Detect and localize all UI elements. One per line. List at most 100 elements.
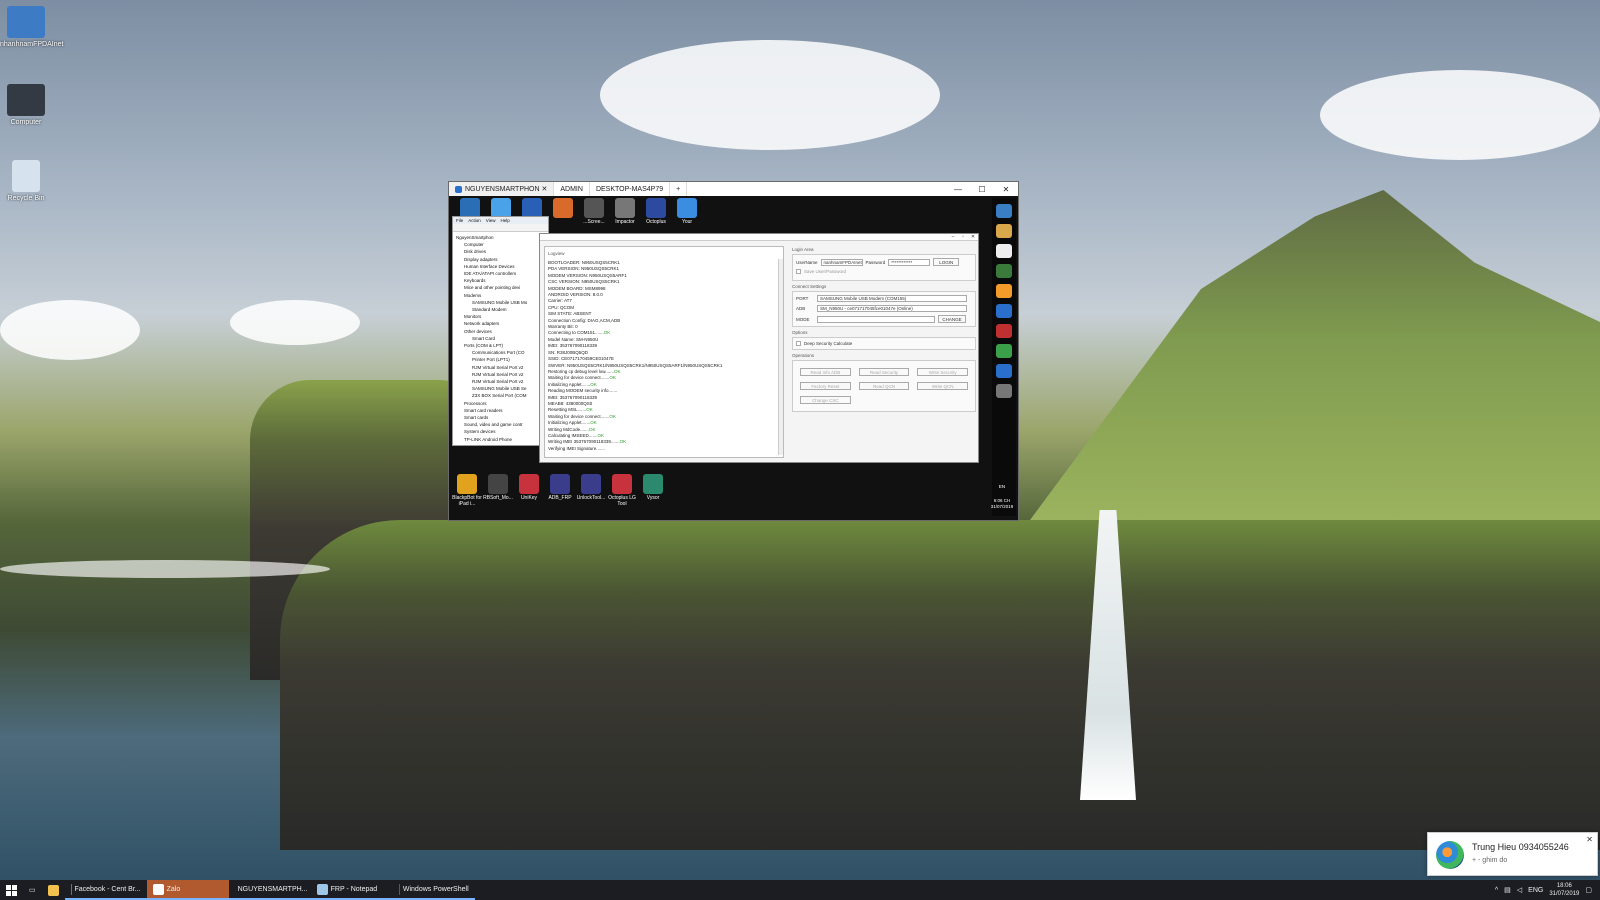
remote-app-shortcut[interactable]: BlackpBot for iPad i...: [452, 474, 482, 507]
sidebar-app-icon[interactable]: [996, 264, 1012, 278]
minimize-button[interactable]: —: [946, 185, 970, 194]
change-button[interactable]: CHANGE: [938, 315, 966, 323]
device-tree-item[interactable]: Mice and other pointing devi: [456, 284, 545, 291]
new-tab-button[interactable]: +: [670, 182, 688, 196]
device-tree-item[interactable]: Smart card readers: [456, 407, 545, 414]
device-tree-item[interactable]: Sound, video and game contr: [456, 421, 545, 428]
operation-button[interactable]: Factory Reset: [800, 382, 851, 390]
device-tree-item[interactable]: Human Interface Devices: [456, 263, 545, 270]
taskbar-app[interactable]: Zalo: [146, 880, 229, 900]
desktop-icon-nhanhnam[interactable]: nhanhnamFPDAInet: [0, 6, 63, 48]
devmgr-menu-item[interactable]: Help: [500, 218, 509, 223]
notification-close-icon[interactable]: ✕: [1586, 835, 1593, 844]
minimize-icon[interactable]: –: [948, 234, 958, 240]
operation-button[interactable]: Write QCN: [917, 382, 968, 390]
sidebar-app-icon[interactable]: [996, 364, 1012, 378]
tab-nguyensmartphon[interactable]: NGUYENSMARTPHON ✕: [449, 182, 555, 196]
device-tree-item[interactable]: Display adapters: [456, 256, 545, 263]
device-tree-item[interactable]: Smart Card: [456, 335, 545, 342]
mode-select[interactable]: [817, 315, 935, 323]
device-tree-item[interactable]: SAMSUNG Mobile USB Mo: [456, 299, 545, 306]
devmgr-menu-item[interactable]: File: [456, 218, 463, 223]
device-tree-item[interactable]: Monitors: [456, 313, 545, 320]
device-tree-item[interactable]: Other devices: [456, 328, 545, 335]
notification-toast[interactable]: Trung Hieu 0934055246 + - ghim do ✕: [1427, 832, 1598, 876]
device-tree-item[interactable]: SAMSUNG Mobile USB Se: [456, 385, 545, 392]
remote-app-shortcut[interactable]: ADB_FRP: [545, 474, 575, 501]
device-tree-item[interactable]: RJM Virtual Serial Port v2: [456, 378, 545, 385]
device-tree-item[interactable]: Keyboards: [456, 277, 545, 284]
password-field[interactable]: ************: [888, 258, 931, 266]
remote-app-shortcut[interactable]: Octoplus: [641, 198, 671, 225]
sidebar-app-icon[interactable]: [996, 284, 1012, 298]
sidebar-app-icon[interactable]: [996, 384, 1012, 398]
task-view-button[interactable]: ▭: [23, 880, 42, 900]
taskbar-app[interactable]: Facebook - Cent Br...: [64, 880, 147, 900]
remote-app-shortcut[interactable]: Impactor: [610, 198, 640, 225]
operation-button[interactable]: Read QCN: [858, 382, 910, 390]
desktop-icon-computer[interactable]: Computer: [0, 84, 52, 126]
device-tree-item[interactable]: Standard Modem: [456, 306, 545, 313]
devmgr-menu-item[interactable]: View: [486, 218, 496, 223]
login-button[interactable]: LOGIN: [933, 258, 960, 266]
close-button[interactable]: ✕: [994, 185, 1018, 194]
device-tree-item[interactable]: System devices: [456, 428, 545, 435]
port-select[interactable]: SAMSUNG Mobile USB Modem (COM155): [817, 295, 967, 302]
device-tree-item[interactable]: Network adapters: [456, 320, 545, 327]
restore-icon[interactable]: ▫: [958, 234, 968, 240]
taskbar-clock[interactable]: 18:06 31/07/2019: [1549, 882, 1579, 898]
operation-button[interactable]: Read Security: [858, 368, 910, 376]
adb-select[interactable]: SM_N950U - ce071717045fce01047e (Online): [817, 305, 967, 312]
volume-icon[interactable]: ◁: [1517, 886, 1522, 894]
device-tree-item[interactable]: TP-LINK Android Phone: [456, 436, 545, 443]
sidebar-app-icon[interactable]: [996, 304, 1012, 318]
device-tree-item[interactable]: Disk drives: [456, 248, 545, 255]
operation-button[interactable]: Read Info ADB: [800, 368, 851, 376]
save-credentials-checkbox[interactable]: [796, 269, 801, 274]
tray-lang[interactable]: ENG: [1528, 887, 1543, 894]
device-tree-item[interactable]: Z3X BOX Serial Port (COM: [456, 392, 545, 399]
remote-app-shortcut[interactable]: Your: [672, 198, 702, 225]
device-tree-item[interactable]: IDE ATA/ATAPI controllers: [456, 270, 545, 277]
device-tree-item[interactable]: Modems: [456, 292, 545, 299]
operation-button[interactable]: Write Security: [917, 368, 968, 376]
log-scrollbar[interactable]: [778, 259, 783, 455]
device-tree-item[interactable]: NguyenSmartphon: [456, 234, 545, 241]
sidebar-app-icon[interactable]: [996, 344, 1012, 358]
deep-security-checkbox[interactable]: [796, 341, 801, 346]
tray-chevron-icon[interactable]: ^: [1495, 887, 1498, 894]
sidebar-app-icon[interactable]: [996, 324, 1012, 338]
username-field[interactable]: nanhnamFPDAInet: [820, 258, 863, 266]
taskbar-app[interactable]: Windows PowerShell: [392, 880, 475, 900]
maximize-button[interactable]: ☐: [970, 185, 994, 194]
start-button[interactable]: [0, 880, 23, 900]
close-icon[interactable]: ✕: [968, 234, 978, 240]
tab-admin[interactable]: ADMIN: [554, 182, 590, 196]
device-tree-item[interactable]: Computer: [456, 241, 545, 248]
sidebar-app-icon[interactable]: [996, 244, 1012, 258]
sidebar-app-icon[interactable]: [996, 204, 1012, 218]
device-tree-item[interactable]: Processors: [456, 400, 545, 407]
file-explorer-button[interactable]: [42, 880, 65, 900]
remote-app-shortcut[interactable]: ...Scree...: [579, 198, 609, 225]
remote-app-shortcut[interactable]: UnlockTool...: [576, 474, 606, 501]
tab-desktop[interactable]: DESKTOP-MAS4P79: [590, 182, 671, 196]
device-tree-item[interactable]: RJM Virtual Serial Port v2: [456, 364, 545, 371]
remote-app-shortcut[interactable]: [548, 198, 578, 219]
device-tree-item[interactable]: Smart cards: [456, 414, 545, 421]
desktop-icon-recycle-bin[interactable]: Recycle Bin: [0, 160, 52, 202]
operation-button[interactable]: Change CSC: [800, 396, 851, 404]
device-tree-item[interactable]: Printer Port (LPT1): [456, 356, 545, 363]
remote-app-shortcut[interactable]: Octoplus LG Tool: [607, 474, 637, 507]
device-tree-item[interactable]: Communications Port (CO: [456, 349, 545, 356]
device-tree-item[interactable]: RJM Virtual Serial Port v2: [456, 371, 545, 378]
taskbar-app[interactable]: NGUYENSMARTPH...: [228, 880, 311, 900]
device-tree-item[interactable]: Ports (COM & LPT): [456, 342, 545, 349]
network-icon[interactable]: ▤: [1504, 886, 1511, 894]
close-tab-icon[interactable]: ✕: [542, 185, 548, 193]
remote-app-shortcut[interactable]: RBSoft_Mo...: [483, 474, 513, 501]
remote-app-shortcut[interactable]: UniKey: [514, 474, 544, 501]
remote-app-shortcut[interactable]: Vysor: [638, 474, 668, 501]
notification-center-icon[interactable]: ▢: [1585, 886, 1592, 894]
devmgr-menu-item[interactable]: Action: [468, 218, 481, 223]
